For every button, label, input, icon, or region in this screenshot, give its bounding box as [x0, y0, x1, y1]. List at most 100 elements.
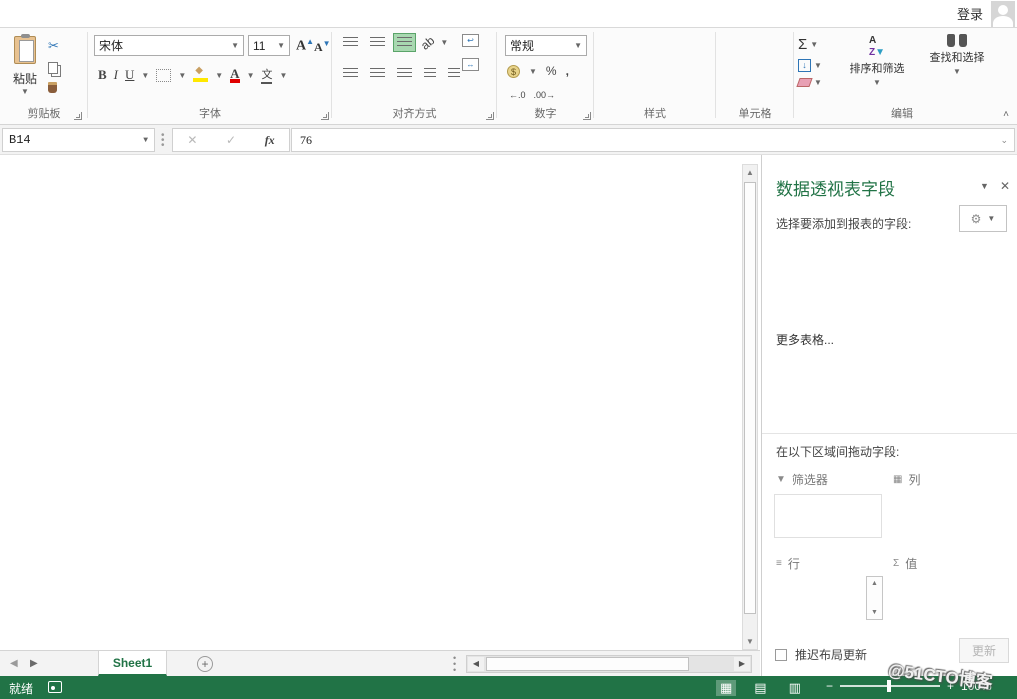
values-dropzone[interactable]: [891, 576, 1011, 624]
percent-style-icon[interactable]: %: [546, 64, 557, 78]
columns-dropzone[interactable]: [891, 494, 1011, 538]
number-dialog-launcher[interactable]: [583, 112, 591, 120]
filters-dropzone[interactable]: [774, 494, 882, 538]
move-down-icon[interactable]: ▼: [867, 609, 882, 616]
format-painter-icon[interactable]: [48, 82, 57, 93]
bold-button[interactable]: B: [98, 67, 107, 83]
italic-button[interactable]: I: [114, 67, 118, 83]
scroll-left-icon[interactable]: ◀: [468, 657, 484, 671]
name-box-value: B14: [9, 133, 31, 147]
borders-icon[interactable]: [156, 69, 171, 82]
insert-function-icon[interactable]: fx: [265, 133, 275, 148]
orientation-icon[interactable]: ab: [418, 33, 437, 52]
font-group-label: 字体: [88, 105, 332, 121]
chevron-down-icon[interactable]: ▼: [178, 71, 186, 80]
chevron-down-icon[interactable]: ▼: [279, 71, 287, 80]
fill-button[interactable]: ↓▼: [798, 59, 822, 72]
autosum-button[interactable]: Σ▼: [798, 36, 822, 53]
chevron-down-icon[interactable]: ▼: [215, 71, 223, 80]
cancel-entry-icon[interactable]: ✕: [187, 133, 197, 147]
font-color-icon[interactable]: A: [230, 68, 239, 83]
more-tables-link[interactable]: 更多表格...: [776, 331, 834, 348]
increase-indent-icon[interactable]: [445, 65, 463, 82]
collapse-ribbon-icon[interactable]: ˄: [1003, 109, 1009, 120]
accounting-format-icon[interactable]: $: [507, 65, 520, 78]
wrap-text-icon[interactable]: ↩: [462, 34, 479, 47]
decrease-decimal-icon[interactable]: .00→: [534, 90, 556, 100]
scroll-up-icon[interactable]: ▲: [743, 165, 757, 180]
worksheet-grid[interactable]: [0, 155, 740, 652]
increase-decimal-icon[interactable]: ←.0: [509, 90, 526, 100]
pane-tools-button[interactable]: ⚙▼: [959, 205, 1007, 232]
rows-dropzone[interactable]: [774, 576, 862, 624]
pane-close-icon[interactable]: ✕: [1000, 179, 1010, 193]
name-box[interactable]: B14 ▼: [2, 128, 155, 152]
new-sheet-icon[interactable]: +: [197, 656, 213, 672]
sigma-icon: Σ: [893, 558, 899, 569]
comma-style-icon[interactable]: ,: [566, 64, 569, 78]
chevron-down-icon[interactable]: ▼: [440, 38, 448, 47]
align-bottom-icon[interactable]: [394, 34, 415, 51]
chevron-down-icon: ▼: [277, 41, 285, 50]
sort-filter-button[interactable]: AZ▼ 排序和筛选 ▼: [842, 34, 912, 87]
scroll-right-icon[interactable]: ▶: [734, 657, 750, 671]
defer-layout-checkbox[interactable]: [775, 649, 787, 661]
merge-center-icon[interactable]: ↔: [462, 58, 479, 71]
update-button[interactable]: 更新: [959, 638, 1009, 663]
chevron-down-icon[interactable]: ▼: [247, 71, 255, 80]
alignment-dialog-launcher[interactable]: [486, 112, 494, 120]
decrease-font-icon[interactable]: A▼: [314, 39, 331, 55]
font-name-select[interactable]: 宋体▼: [94, 35, 244, 56]
chevron-down-icon[interactable]: ▼: [529, 67, 537, 76]
funnel-icon: ▼: [776, 474, 786, 485]
fill-color-icon[interactable]: [193, 69, 208, 82]
font-size-value: 11: [253, 39, 265, 53]
phonetic-guide-icon[interactable]: 文: [261, 66, 272, 84]
paste-button[interactable]: 粘贴 ▼: [6, 36, 44, 110]
increase-font-icon[interactable]: A▲: [296, 37, 314, 55]
page-layout-view-icon[interactable]: ▤: [750, 680, 770, 696]
sheet-tab-strip: ◀ ▶ Sheet1 + ••• ◀ ▶: [0, 650, 760, 676]
vertical-scrollbar[interactable]: ▲ ▼: [742, 164, 758, 650]
number-format-select[interactable]: 常规▼: [505, 35, 587, 56]
sign-in-link[interactable]: 登录: [957, 4, 983, 23]
rows-reorder-spinner[interactable]: ▲ ▼: [866, 576, 883, 620]
user-avatar-icon[interactable]: [991, 1, 1015, 27]
decrease-indent-icon[interactable]: [421, 65, 439, 82]
scroll-down-icon[interactable]: ▼: [743, 634, 757, 649]
move-up-icon[interactable]: ▲: [867, 580, 882, 587]
sheet-tab-sheet1[interactable]: Sheet1: [98, 651, 167, 676]
underline-button[interactable]: U: [125, 67, 134, 83]
align-top-icon[interactable]: [340, 34, 361, 51]
macro-record-icon[interactable]: [48, 681, 62, 693]
clipboard-dialog-launcher[interactable]: [74, 112, 82, 120]
tab-strip-divider[interactable]: •••: [453, 655, 456, 673]
page-break-view-icon[interactable]: ▥: [785, 680, 805, 696]
cells-group: 单元格: [716, 28, 794, 124]
chevron-down-icon[interactable]: ▼: [141, 71, 149, 80]
cut-icon[interactable]: ✂: [48, 38, 59, 54]
zoom-out-icon[interactable]: −: [826, 679, 833, 693]
align-right-icon[interactable]: [394, 65, 415, 82]
formula-input[interactable]: 76 ⌄: [291, 128, 1015, 152]
align-left-icon[interactable]: [340, 65, 361, 82]
font-size-select[interactable]: 11 ▼: [248, 35, 290, 56]
chevron-down-icon: ▼: [873, 78, 881, 87]
zoom-slider-thumb[interactable]: [887, 680, 891, 692]
find-select-button[interactable]: 查找和选择 ▼: [922, 34, 992, 76]
confirm-entry-icon[interactable]: ✓: [226, 133, 236, 147]
next-sheet-icon[interactable]: ▶: [30, 658, 38, 669]
align-center-icon[interactable]: [367, 65, 388, 82]
horizontal-scrollbar[interactable]: ◀ ▶: [466, 655, 752, 673]
pane-options-icon[interactable]: ▼: [980, 181, 989, 191]
copy-icon[interactable]: [48, 62, 58, 74]
formula-bar: B14 ▼ ••• ✕ ✓ fx 76 ⌄: [0, 125, 1017, 155]
clear-button[interactable]: ▼: [798, 78, 822, 87]
font-dialog-launcher[interactable]: [321, 112, 329, 120]
align-middle-icon[interactable]: [367, 34, 388, 51]
horizontal-scroll-thumb[interactable]: [486, 657, 689, 671]
vertical-scroll-thumb[interactable]: [744, 182, 756, 614]
normal-view-icon[interactable]: ▦: [716, 680, 736, 696]
prev-sheet-icon[interactable]: ◀: [10, 658, 18, 669]
expand-formula-bar-icon[interactable]: ⌄: [1000, 135, 1008, 146]
